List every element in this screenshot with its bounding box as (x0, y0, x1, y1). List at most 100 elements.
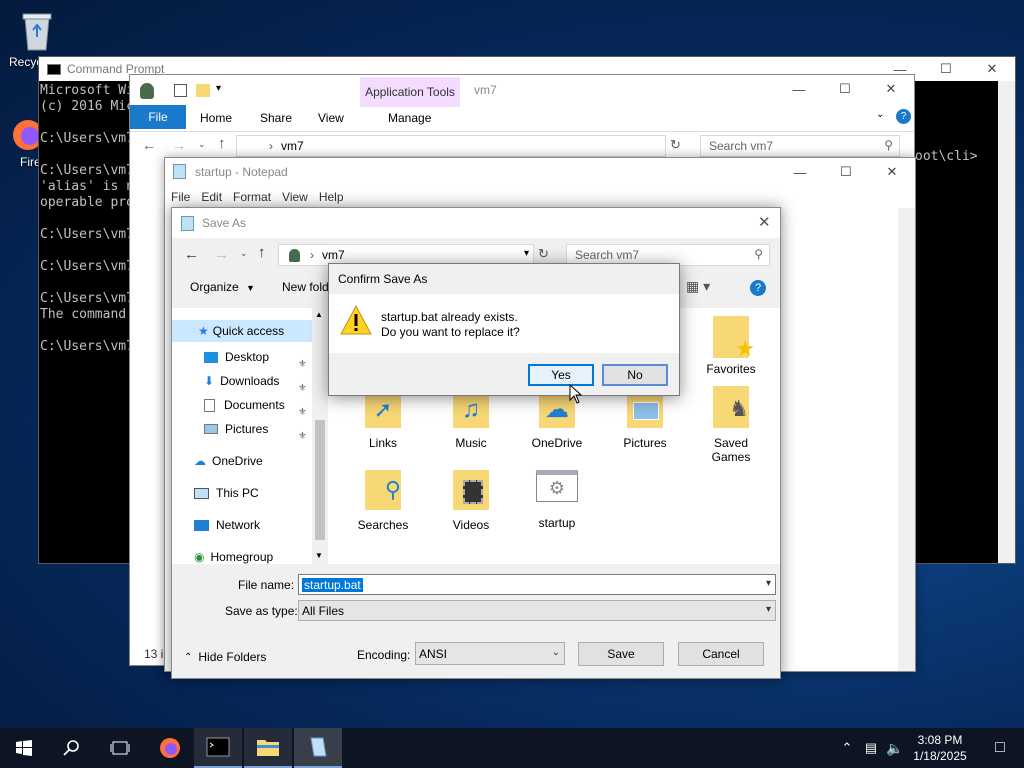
ribbon-home-tab[interactable]: Home (200, 111, 232, 125)
sa-recent-icon[interactable]: ⌄ (240, 248, 248, 259)
batch-file-icon: ⚙ (536, 470, 578, 502)
nav-this-pc-label: This PC (216, 486, 259, 500)
folder-music[interactable]: ♫ Music (426, 392, 516, 450)
ribbon-file-tab[interactable]: File (130, 105, 186, 129)
filename-field[interactable]: startup.bat ▾ (298, 574, 776, 595)
start-button[interactable] (0, 728, 48, 768)
new-folder-button[interactable]: New fold (282, 280, 329, 294)
folder-saved-games-label: Saved Games (711, 436, 751, 464)
notifications-icon[interactable]: □ (976, 728, 1024, 768)
network-tray-icon[interactable]: ▤ (860, 728, 882, 768)
notepad-scrollbar[interactable] (898, 208, 915, 671)
nav-onedrive[interactable]: ☁ OneDrive (194, 454, 263, 468)
sa-help-icon[interactable]: ? (750, 280, 766, 296)
nav-downloads[interactable]: ⬇ Downloads (204, 374, 279, 388)
cmd-close-icon[interactable]: ✕ (969, 57, 1015, 81)
sa-back-icon[interactable]: ← (184, 246, 199, 263)
notepad-minimize-icon[interactable]: — (777, 160, 823, 184)
task-view-button[interactable] (96, 728, 144, 768)
cmd-maximize-icon[interactable]: ☐ (923, 57, 969, 81)
taskbar-command-prompt[interactable] (194, 728, 242, 768)
ribbon-view-tab[interactable]: View (318, 111, 344, 125)
nav-scrollbar[interactable]: ▲ ▼ (312, 308, 328, 564)
volume-tray-icon[interactable]: 🔈 (884, 728, 906, 768)
menu-edit[interactable]: Edit (201, 190, 222, 204)
taskbar-firefox[interactable] (146, 728, 194, 768)
explorer-refresh-icon[interactable]: ↻ (670, 137, 681, 153)
explorer-path: vm7 (281, 139, 304, 153)
organize-button[interactable]: Organize ▼ (190, 280, 255, 294)
videos-folder-icon (453, 470, 489, 510)
recent-dropdown-icon[interactable]: ⌄ (198, 139, 206, 150)
view-options-icon[interactable]: ▦ ▾ (686, 278, 710, 295)
explorer-address-bar[interactable]: › vm7 (236, 135, 666, 157)
confirm-save-as-dialog[interactable]: Confirm Save As startup.bat already exis… (328, 263, 680, 396)
folder-pictures[interactable]: Pictures (600, 392, 690, 450)
search-button[interactable] (48, 728, 96, 768)
explorer-minimize-icon[interactable]: — (776, 77, 822, 101)
save-as-icon (181, 216, 194, 231)
explorer-close-icon[interactable]: ✕ (868, 77, 914, 101)
cancel-button[interactable]: Cancel (678, 642, 764, 666)
cmd-icon (47, 63, 61, 75)
menu-format[interactable]: Format (233, 190, 271, 204)
folder-searches[interactable]: ⚲ Searches (338, 470, 428, 532)
explorer-maximize-icon[interactable]: ☐ (822, 77, 868, 101)
menu-view[interactable]: View (282, 190, 308, 204)
ribbon-manage-tab[interactable]: Manage (388, 111, 431, 125)
folder-links[interactable]: ➚ Links (338, 392, 428, 450)
nav-quick-access[interactable]: ★ Quick access (172, 320, 312, 342)
file-startup[interactable]: ⚙ startup (512, 470, 602, 530)
checkbox-icon[interactable] (174, 84, 187, 97)
sa-forward-icon[interactable]: → (214, 246, 229, 263)
nav-documents[interactable]: Documents (204, 398, 285, 412)
explorer-search-box[interactable]: Search vm7 ⚲ (700, 135, 900, 157)
download-icon: ⬇ (204, 374, 215, 388)
notepad-close-icon[interactable]: ✕ (869, 160, 915, 184)
clock[interactable]: 3:08 PM 1/18/2025 (908, 732, 972, 764)
homegroup-icon: ◉ (194, 550, 205, 564)
save-type-select[interactable]: All Files ▾ (298, 600, 776, 621)
encoding-select[interactable]: ANSI ⌄ (415, 642, 565, 665)
folder-favorites[interactable]: ★ Favorites (686, 316, 776, 376)
menu-file[interactable]: File (171, 190, 190, 204)
nav-pictures[interactable]: Pictures (204, 422, 268, 436)
sa-refresh-icon[interactable]: ↻ (538, 246, 549, 262)
notepad-menubar: File Edit Format View Help (165, 186, 915, 208)
folder-onedrive[interactable]: ☁ OneDrive (512, 392, 602, 450)
qat-dropdown-icon[interactable]: ▾ (216, 83, 221, 94)
save-as-close-icon[interactable]: ✕ (758, 213, 771, 231)
links-folder-icon: ➚ (365, 392, 401, 428)
up-icon[interactable]: ↑ (218, 135, 226, 152)
cmd-scrollbar[interactable] (998, 81, 1015, 563)
sa-address-dropdown-icon[interactable]: ▾ (524, 248, 529, 259)
sa-up-icon[interactable]: ↑ (258, 244, 266, 261)
ribbon-expand-icon[interactable]: ⌄ (876, 109, 884, 120)
help-icon[interactable]: ? (896, 109, 911, 124)
favorites-folder-icon: ★ (713, 316, 755, 361)
folder-videos[interactable]: Videos (426, 470, 516, 532)
navigation-pane: ★ Quick access Desktop ⬇ Downloads Documen… (172, 308, 328, 564)
nav-homegroup[interactable]: ◉ Homegroup (194, 550, 273, 564)
nav-this-pc[interactable]: This PC (194, 486, 259, 500)
document-icon (204, 398, 215, 412)
filename-label: File name: (238, 578, 295, 592)
forward-icon[interactable]: → (172, 137, 186, 153)
ribbon-share-tab[interactable]: Share (260, 111, 292, 125)
save-button[interactable]: Save (578, 642, 664, 666)
folder-icon[interactable] (196, 84, 210, 97)
nav-desktop[interactable]: Desktop (204, 350, 269, 364)
confirm-title: Confirm Save As (338, 272, 428, 286)
nav-network[interactable]: Network (194, 518, 260, 532)
menu-help[interactable]: Help (319, 190, 344, 204)
taskbar-file-explorer[interactable] (244, 728, 292, 768)
hide-folders-button[interactable]: ⌃ Hide Folders (184, 650, 266, 664)
filename-dropdown-icon[interactable]: ▾ (766, 578, 771, 589)
folder-saved-games[interactable]: ♞ Saved Games (686, 386, 776, 464)
yes-button[interactable]: Yes (528, 364, 594, 386)
taskbar-notepad[interactable] (294, 728, 342, 768)
tray-chevron-icon[interactable]: ⌃ (836, 728, 858, 768)
notepad-maximize-icon[interactable]: ☐ (823, 160, 869, 184)
no-button[interactable]: No (602, 364, 668, 386)
back-icon[interactable]: ← (142, 137, 156, 153)
